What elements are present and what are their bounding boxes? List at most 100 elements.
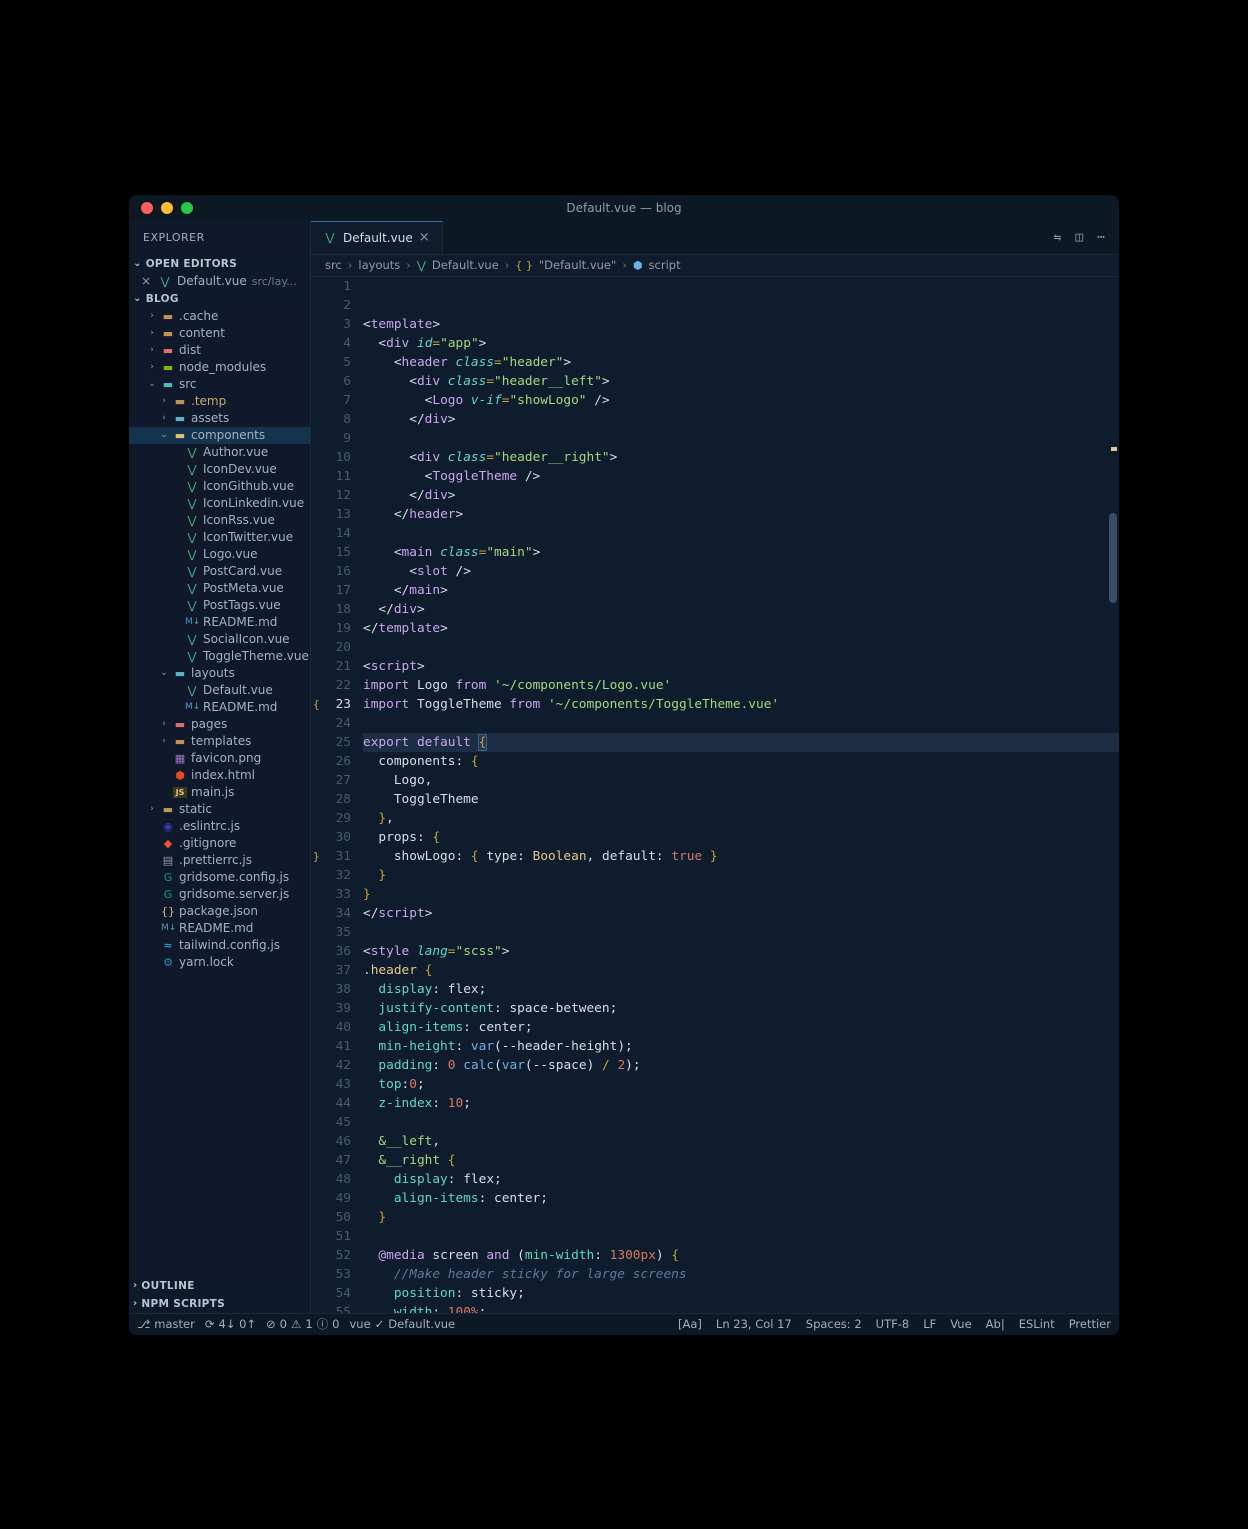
- case-sensitive[interactable]: [Aa]: [678, 1317, 702, 1331]
- indentation[interactable]: Spaces: 2: [806, 1317, 862, 1331]
- language-status[interactable]: vue ✓ Default.vue: [349, 1317, 455, 1331]
- file-item[interactable]: ⋁Logo.vue: [129, 546, 310, 563]
- eslint-status[interactable]: ESLint: [1019, 1317, 1055, 1331]
- file-item[interactable]: ⋁Default.vue: [129, 682, 310, 699]
- file-item[interactable]: ◆.gitignore: [129, 835, 310, 852]
- code-line[interactable]: top:0;: [363, 1075, 1119, 1094]
- code-line[interactable]: z-index: 10;: [363, 1094, 1119, 1113]
- code-line[interactable]: </div>: [363, 410, 1119, 429]
- file-item[interactable]: ◉.eslintrc.js: [129, 818, 310, 835]
- folder-item[interactable]: ›▬content: [129, 325, 310, 342]
- code-editor[interactable]: {} 1234567891011121314151617181920212223…: [311, 277, 1119, 1313]
- folder-item[interactable]: ⌄▬components: [129, 427, 310, 444]
- breadcrumb-segment[interactable]: Default.vue: [432, 258, 499, 272]
- file-item[interactable]: {}package.json: [129, 903, 310, 920]
- code-line[interactable]: },: [363, 809, 1119, 828]
- code-line[interactable]: <Logo v-if="showLogo" />: [363, 391, 1119, 410]
- code-line[interactable]: align-items: center;: [363, 1018, 1119, 1037]
- breadcrumb[interactable]: src › layouts › ⋁ Default.vue › { } "Def…: [311, 255, 1119, 277]
- code-line[interactable]: min-height: var(--header-height);: [363, 1037, 1119, 1056]
- code-content[interactable]: <template> <div id="app"> <header class=…: [363, 277, 1119, 1313]
- scrollbar-thumb[interactable]: [1109, 513, 1117, 603]
- cursor-position[interactable]: Ln 23, Col 17: [716, 1317, 792, 1331]
- code-line[interactable]: display: flex;: [363, 980, 1119, 999]
- outline-section[interactable]: › OUTLINE: [129, 1277, 310, 1295]
- code-line[interactable]: showLogo: { type: Boolean, default: true…: [363, 847, 1119, 866]
- file-item[interactable]: ⋁PostMeta.vue: [129, 580, 310, 597]
- code-line[interactable]: export default {: [363, 733, 1119, 752]
- code-line[interactable]: .header {: [363, 961, 1119, 980]
- code-line[interactable]: <header class="header">: [363, 353, 1119, 372]
- prettier-status[interactable]: Prettier: [1069, 1317, 1111, 1331]
- file-item[interactable]: M↓README.md: [129, 699, 310, 716]
- git-branch[interactable]: ⎇ master: [137, 1317, 195, 1331]
- code-line[interactable]: }: [363, 885, 1119, 904]
- code-line[interactable]: components: {: [363, 752, 1119, 771]
- npm-scripts-section[interactable]: › NPM SCRIPTS: [129, 1295, 310, 1313]
- code-line[interactable]: [363, 714, 1119, 733]
- code-line[interactable]: [363, 1113, 1119, 1132]
- code-line[interactable]: </template>: [363, 619, 1119, 638]
- encoding[interactable]: UTF-8: [876, 1317, 910, 1331]
- code-line[interactable]: </div>: [363, 600, 1119, 619]
- code-line[interactable]: padding: 0 calc(var(--space) / 2);: [363, 1056, 1119, 1075]
- code-line[interactable]: <slot />: [363, 562, 1119, 581]
- file-item[interactable]: Ggridsome.server.js: [129, 886, 310, 903]
- language-mode[interactable]: Vue: [950, 1317, 971, 1331]
- problems[interactable]: ⊘0 ⚠1 ⓘ0: [266, 1316, 339, 1332]
- code-line[interactable]: <style lang="scss">: [363, 942, 1119, 961]
- breadcrumb-segment[interactable]: script: [649, 258, 681, 272]
- code-line[interactable]: <ToggleTheme />: [363, 467, 1119, 486]
- file-item[interactable]: ⋁ToggleTheme.vue: [129, 648, 310, 665]
- breadcrumb-segment[interactable]: layouts: [358, 258, 400, 272]
- code-line[interactable]: Logo,: [363, 771, 1119, 790]
- file-item[interactable]: ⋁IconRss.vue: [129, 512, 310, 529]
- file-item[interactable]: Ggridsome.config.js: [129, 869, 310, 886]
- code-line[interactable]: [363, 429, 1119, 448]
- folder-item[interactable]: ›▬.temp: [129, 393, 310, 410]
- folder-item[interactable]: ⌄▬layouts: [129, 665, 310, 682]
- code-line[interactable]: props: {: [363, 828, 1119, 847]
- tab-default-vue[interactable]: ⋁ Default.vue ×: [311, 221, 443, 254]
- code-line[interactable]: justify-content: space-between;: [363, 999, 1119, 1018]
- code-line[interactable]: <div class="header__right">: [363, 448, 1119, 467]
- breadcrumb-segment[interactable]: "Default.vue": [539, 258, 616, 272]
- open-editor-item[interactable]: × ⋁ Default.vue src/lay...: [129, 273, 310, 290]
- file-item[interactable]: ▤.prettierrc.js: [129, 852, 310, 869]
- code-line[interactable]: display: flex;: [363, 1170, 1119, 1189]
- file-item[interactable]: ▦favicon.png: [129, 750, 310, 767]
- file-item[interactable]: JSmain.js: [129, 784, 310, 801]
- code-line[interactable]: }: [363, 866, 1119, 885]
- code-line[interactable]: </div>: [363, 486, 1119, 505]
- file-item[interactable]: ⋁PostTags.vue: [129, 597, 310, 614]
- folder-item[interactable]: ›▬static: [129, 801, 310, 818]
- code-line[interactable]: import Logo from '~/components/Logo.vue': [363, 676, 1119, 695]
- code-line[interactable]: [363, 524, 1119, 543]
- file-item[interactable]: ⋁PostCard.vue: [129, 563, 310, 580]
- code-line[interactable]: }: [363, 1208, 1119, 1227]
- more-icon[interactable]: ⋯: [1097, 230, 1105, 245]
- code-line[interactable]: </main>: [363, 581, 1119, 600]
- file-item[interactable]: ⋁IconLinkedin.vue: [129, 495, 310, 512]
- file-item[interactable]: ⬢index.html: [129, 767, 310, 784]
- code-line[interactable]: //Make header sticky for large screens: [363, 1265, 1119, 1284]
- code-line[interactable]: ToggleTheme: [363, 790, 1119, 809]
- folder-item[interactable]: ›▬node_modules: [129, 359, 310, 376]
- code-line[interactable]: &__left,: [363, 1132, 1119, 1151]
- code-line[interactable]: align-items: center;: [363, 1189, 1119, 1208]
- close-icon[interactable]: ×: [139, 274, 153, 288]
- code-line[interactable]: [363, 923, 1119, 942]
- code-line[interactable]: <div class="header__left">: [363, 372, 1119, 391]
- file-item[interactable]: ⚙yarn.lock: [129, 954, 310, 971]
- file-item[interactable]: ⋁IconTwitter.vue: [129, 529, 310, 546]
- breadcrumb-segment[interactable]: src: [325, 258, 342, 272]
- code-line[interactable]: <template>: [363, 315, 1119, 334]
- file-item[interactable]: ⋁IconDev.vue: [129, 461, 310, 478]
- code-line[interactable]: @media screen and (min-width: 1300px) {: [363, 1246, 1119, 1265]
- eol[interactable]: LF: [923, 1317, 936, 1331]
- folder-item[interactable]: ›▬pages: [129, 716, 310, 733]
- spell-check[interactable]: Ab|: [986, 1317, 1005, 1331]
- code-line[interactable]: </script>: [363, 904, 1119, 923]
- code-line[interactable]: <div id="app">: [363, 334, 1119, 353]
- code-line[interactable]: width: 100%;: [363, 1303, 1119, 1313]
